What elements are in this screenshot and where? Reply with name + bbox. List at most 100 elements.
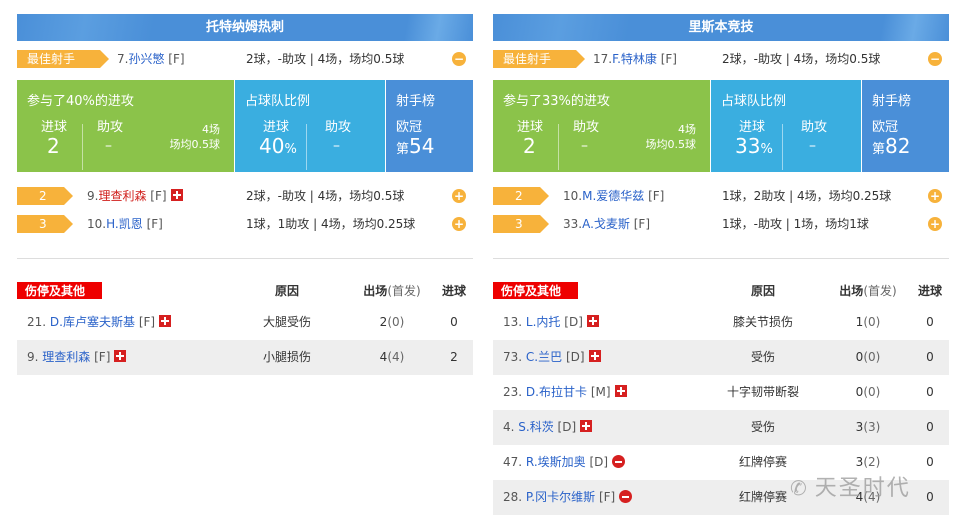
col-reason: 原因 — [274, 284, 299, 298]
injury-icon — [588, 350, 601, 362]
involvement-box: 参与了33%的进攻 进球 2 助攻 – 4场 场均0.5球 — [493, 80, 710, 172]
goals-label: 进球 — [41, 120, 68, 135]
player-link[interactable]: H.凯恩 — [106, 217, 143, 231]
player-link[interactable]: D.布拉甘卡 — [526, 385, 587, 399]
games-count: 4场 — [202, 123, 220, 136]
player-stat: 2球，-助攻 | 4场，场均0.5球 — [246, 52, 405, 66]
games-avg: 场均0.5球 — [645, 138, 697, 151]
injury-table-header: 伤停及其他 原因 出场(首发) 进球 — [493, 282, 949, 300]
rank-prefix: 第 — [872, 142, 886, 157]
rank-prefix: 第 — [396, 142, 410, 157]
player-link[interactable]: 孙兴慜 — [128, 52, 164, 66]
starts-count: (0) — [863, 350, 881, 364]
player-number: 17. — [593, 52, 613, 66]
goals-value: 2 — [523, 134, 536, 158]
rank-title: 射手榜 — [396, 94, 436, 109]
injury-reason: 受伤 — [750, 420, 775, 434]
percent-unit: % — [284, 142, 297, 157]
injury-icon — [614, 385, 627, 397]
divider — [17, 258, 473, 259]
rank-tag: 3 — [17, 215, 73, 233]
rank-value: 第82 — [872, 134, 910, 158]
share-goals-number: 40 — [259, 134, 285, 158]
injury-row: 4. S.科茨 [D] 受伤 3(3) 0 — [493, 410, 949, 445]
share-title: 占球队比例 — [721, 94, 787, 109]
collapse-icon[interactable]: − — [928, 52, 942, 66]
appearances: 3(3) — [833, 410, 903, 445]
player-number: 33. — [563, 217, 583, 231]
player-link[interactable]: 理查利森 — [98, 189, 146, 203]
player-link[interactable]: F.特林康 — [612, 52, 657, 66]
player-position: [F] — [138, 315, 156, 329]
col-apps: 出场(首发) — [833, 282, 903, 300]
injury-row: 21. D.库卢塞夫斯基 [F] 大腿受伤 2(0) 0 — [17, 305, 473, 340]
goals-label: 进球 — [517, 120, 544, 135]
player-number: 10. — [563, 189, 583, 203]
player-position: [F] — [633, 217, 651, 231]
injury-reason: 受伤 — [750, 350, 775, 364]
player-link[interactable]: M.爱德华兹 — [582, 189, 644, 203]
player-number: 21. — [27, 315, 47, 329]
col-apps-label: 出场 — [839, 284, 864, 298]
rank-number: 54 — [409, 134, 435, 158]
player-link[interactable]: S.科茨 — [518, 420, 553, 434]
player-stat: 1球，1助攻 | 4场，场均0.25球 — [246, 217, 416, 231]
player-number: 47. — [503, 455, 523, 469]
player-position: [D] — [565, 350, 585, 364]
scorer-row: 2 9.理查利森 [F] 2球，-助攻 | 4场，场均0.5球 + — [17, 187, 473, 205]
expand-icon[interactable]: + — [928, 189, 942, 203]
expand-icon[interactable]: + — [452, 189, 466, 203]
player-number: 10. — [87, 217, 107, 231]
starts-count: (0) — [863, 385, 881, 399]
team-share-box: 占球队比例 进球 33% 助攻 – — [711, 80, 861, 172]
share-goals-number: 33 — [735, 134, 761, 158]
player-position: [D] — [589, 455, 609, 469]
assists-value: – — [105, 138, 112, 154]
games-info: 4场 场均0.5球 — [646, 122, 697, 152]
player-number: 23. — [503, 385, 523, 399]
injury-reason: 十字韧带断裂 — [726, 385, 799, 399]
goals: 0 — [926, 490, 934, 504]
player-link[interactable]: L.内托 — [526, 315, 561, 329]
games-avg: 场均0.5球 — [169, 138, 221, 151]
col-goals: 进球 — [441, 284, 466, 298]
percent-unit: % — [760, 142, 773, 157]
player-position: [D] — [557, 420, 577, 434]
appearances: 1(0) — [833, 305, 903, 340]
player-position: [F] — [150, 189, 167, 203]
scorer-stats: 参与了33%的进攻 进球 2 助攻 – 4场 场均0.5球 占球队比例 进球 33… — [493, 80, 949, 172]
collapse-icon[interactable]: − — [452, 52, 466, 66]
injury-row: 23. D.布拉甘卡 [M] 十字韧带断裂 0(0) 0 — [493, 375, 949, 410]
injury-reason: 大腿受伤 — [262, 315, 311, 329]
player-link[interactable]: A.戈麦斯 — [582, 217, 630, 231]
injury-table-header: 伤停及其他 原因 出场(首发) 进球 — [17, 282, 473, 300]
player-number: 73. — [503, 350, 523, 364]
injury-icon — [580, 420, 593, 432]
games-info: 4场场均0.5球 — [170, 122, 221, 152]
player-position: [F] — [146, 217, 163, 231]
share-title: 占球队比例 — [245, 94, 311, 109]
injury-row: 9. 理查利森 [F] 小腿损伤 4(4) 2 — [17, 340, 473, 375]
player-link[interactable]: D.库卢塞夫斯基 — [50, 315, 135, 329]
injury-icon — [114, 350, 127, 362]
injury-row: 13. L.内托 [D] 膝关节损伤 1(0) 0 — [493, 305, 949, 340]
team-header: 托特纳姆热刺 — [17, 14, 473, 41]
share-goals-value: 33% — [735, 134, 773, 158]
player-link[interactable]: 理查利森 — [42, 350, 90, 364]
rank-competition: 欧冠 — [396, 120, 423, 135]
player-link[interactable]: R.埃斯加奥 — [526, 455, 586, 469]
player-link[interactable]: P.冈卡尔维斯 — [526, 490, 595, 504]
watermark: ✆ 天圣时代 — [790, 476, 911, 501]
expand-icon[interactable]: + — [928, 217, 942, 231]
col-starts-label: (首发) — [387, 284, 421, 298]
goals-value: 2 — [47, 134, 60, 158]
goals: 0 — [926, 350, 934, 364]
goals: 0 — [926, 385, 934, 399]
team-share-box: 占球队比例 进球 40% 助攻 – — [235, 80, 385, 172]
goals: 2 — [450, 350, 458, 364]
player-number: 7. — [117, 52, 129, 66]
player-link[interactable]: C.兰巴 — [526, 350, 562, 364]
expand-icon[interactable]: + — [452, 217, 466, 231]
starts-count: (4) — [387, 350, 405, 364]
appearances: 0(0) — [833, 340, 903, 375]
